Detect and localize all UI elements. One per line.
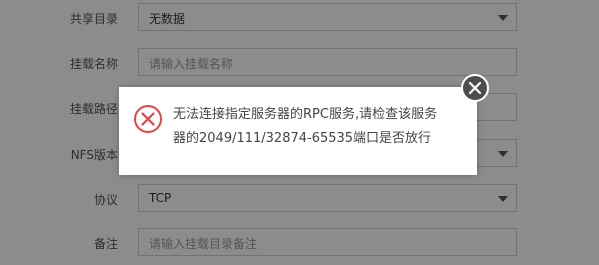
error-message-line2: 器的2049/111/32874-65535端口是否放行 — [173, 131, 432, 146]
error-x-circle-icon — [134, 105, 162, 133]
close-icon — [469, 82, 481, 94]
error-message-line1: 无法连接指定服务器的RPC服务,请检查该服务 — [173, 107, 438, 122]
dialog-close-button[interactable] — [461, 74, 489, 102]
error-dialog: 无法连接指定服务器的RPC服务,请检查该服务 器的2049/111/32874-… — [119, 87, 477, 175]
error-message: 无法连接指定服务器的RPC服务,请检查该服务 器的2049/111/32874-… — [173, 103, 465, 151]
